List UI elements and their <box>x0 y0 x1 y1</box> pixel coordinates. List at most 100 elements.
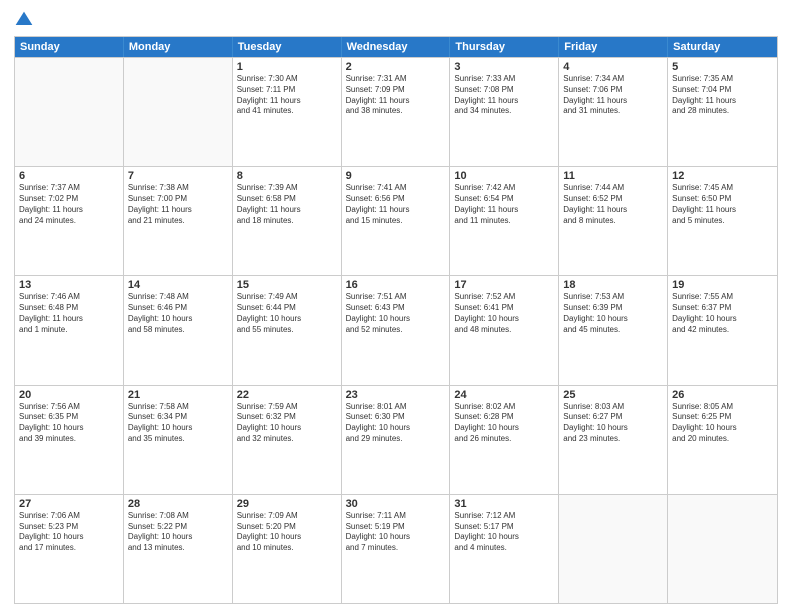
cal-cell-1-2 <box>124 58 233 166</box>
day-number: 8 <box>237 170 337 182</box>
day-info: Sunrise: 7:42 AMSunset: 6:54 PMDaylight:… <box>454 183 554 226</box>
day-number: 16 <box>346 279 446 291</box>
cal-cell-4-4: 23Sunrise: 8:01 AMSunset: 6:30 PMDayligh… <box>342 386 451 494</box>
cal-cell-3-3: 15Sunrise: 7:49 AMSunset: 6:44 PMDayligh… <box>233 276 342 384</box>
day-number: 1 <box>237 61 337 73</box>
cal-cell-5-5: 31Sunrise: 7:12 AMSunset: 5:17 PMDayligh… <box>450 495 559 603</box>
day-number: 2 <box>346 61 446 73</box>
day-info: Sunrise: 7:44 AMSunset: 6:52 PMDaylight:… <box>563 183 663 226</box>
day-number: 27 <box>19 498 119 510</box>
cal-cell-2-3: 8Sunrise: 7:39 AMSunset: 6:58 PMDaylight… <box>233 167 342 275</box>
cal-cell-3-4: 16Sunrise: 7:51 AMSunset: 6:43 PMDayligh… <box>342 276 451 384</box>
cal-cell-5-2: 28Sunrise: 7:08 AMSunset: 5:22 PMDayligh… <box>124 495 233 603</box>
day-number: 15 <box>237 279 337 291</box>
cal-cell-1-4: 2Sunrise: 7:31 AMSunset: 7:09 PMDaylight… <box>342 58 451 166</box>
calendar-header: SundayMondayTuesdayWednesdayThursdayFrid… <box>15 37 777 57</box>
cal-cell-4-1: 20Sunrise: 7:56 AMSunset: 6:35 PMDayligh… <box>15 386 124 494</box>
cal-cell-3-6: 18Sunrise: 7:53 AMSunset: 6:39 PMDayligh… <box>559 276 668 384</box>
day-info: Sunrise: 7:31 AMSunset: 7:09 PMDaylight:… <box>346 74 446 117</box>
day-info: Sunrise: 7:55 AMSunset: 6:37 PMDaylight:… <box>672 292 773 335</box>
day-info: Sunrise: 7:11 AMSunset: 5:19 PMDaylight:… <box>346 511 446 554</box>
day-info: Sunrise: 7:34 AMSunset: 7:06 PMDaylight:… <box>563 74 663 117</box>
cal-cell-2-1: 6Sunrise: 7:37 AMSunset: 7:02 PMDaylight… <box>15 167 124 275</box>
day-number: 19 <box>672 279 773 291</box>
day-info: Sunrise: 7:45 AMSunset: 6:50 PMDaylight:… <box>672 183 773 226</box>
week-row-3: 13Sunrise: 7:46 AMSunset: 6:48 PMDayligh… <box>15 275 777 384</box>
cal-cell-5-3: 29Sunrise: 7:09 AMSunset: 5:20 PMDayligh… <box>233 495 342 603</box>
week-row-4: 20Sunrise: 7:56 AMSunset: 6:35 PMDayligh… <box>15 385 777 494</box>
cal-cell-1-6: 4Sunrise: 7:34 AMSunset: 7:06 PMDaylight… <box>559 58 668 166</box>
day-info: Sunrise: 7:06 AMSunset: 5:23 PMDaylight:… <box>19 511 119 554</box>
cal-cell-4-7: 26Sunrise: 8:05 AMSunset: 6:25 PMDayligh… <box>668 386 777 494</box>
page: SundayMondayTuesdayWednesdayThursdayFrid… <box>0 0 792 612</box>
day-number: 4 <box>563 61 663 73</box>
day-number: 26 <box>672 389 773 401</box>
day-number: 10 <box>454 170 554 182</box>
day-info: Sunrise: 7:58 AMSunset: 6:34 PMDaylight:… <box>128 402 228 445</box>
weekday-header-saturday: Saturday <box>668 37 777 57</box>
cal-cell-3-5: 17Sunrise: 7:52 AMSunset: 6:41 PMDayligh… <box>450 276 559 384</box>
cal-cell-1-5: 3Sunrise: 7:33 AMSunset: 7:08 PMDaylight… <box>450 58 559 166</box>
cal-cell-3-1: 13Sunrise: 7:46 AMSunset: 6:48 PMDayligh… <box>15 276 124 384</box>
cal-cell-5-6 <box>559 495 668 603</box>
weekday-header-friday: Friday <box>559 37 668 57</box>
day-info: Sunrise: 7:38 AMSunset: 7:00 PMDaylight:… <box>128 183 228 226</box>
logo-icon <box>14 10 34 30</box>
day-info: Sunrise: 8:05 AMSunset: 6:25 PMDaylight:… <box>672 402 773 445</box>
cal-cell-4-6: 25Sunrise: 8:03 AMSunset: 6:27 PMDayligh… <box>559 386 668 494</box>
cal-cell-1-1 <box>15 58 124 166</box>
cal-cell-2-2: 7Sunrise: 7:38 AMSunset: 7:00 PMDaylight… <box>124 167 233 275</box>
weekday-header-sunday: Sunday <box>15 37 124 57</box>
cal-cell-4-3: 22Sunrise: 7:59 AMSunset: 6:32 PMDayligh… <box>233 386 342 494</box>
weekday-header-tuesday: Tuesday <box>233 37 342 57</box>
day-info: Sunrise: 7:56 AMSunset: 6:35 PMDaylight:… <box>19 402 119 445</box>
cal-cell-5-4: 30Sunrise: 7:11 AMSunset: 5:19 PMDayligh… <box>342 495 451 603</box>
week-row-1: 1Sunrise: 7:30 AMSunset: 7:11 PMDaylight… <box>15 57 777 166</box>
cal-cell-2-5: 10Sunrise: 7:42 AMSunset: 6:54 PMDayligh… <box>450 167 559 275</box>
day-number: 31 <box>454 498 554 510</box>
day-number: 28 <box>128 498 228 510</box>
day-info: Sunrise: 8:02 AMSunset: 6:28 PMDaylight:… <box>454 402 554 445</box>
day-info: Sunrise: 7:33 AMSunset: 7:08 PMDaylight:… <box>454 74 554 117</box>
day-number: 6 <box>19 170 119 182</box>
cal-cell-3-2: 14Sunrise: 7:48 AMSunset: 6:46 PMDayligh… <box>124 276 233 384</box>
cal-cell-5-7 <box>668 495 777 603</box>
cal-cell-2-7: 12Sunrise: 7:45 AMSunset: 6:50 PMDayligh… <box>668 167 777 275</box>
day-number: 9 <box>346 170 446 182</box>
day-info: Sunrise: 7:53 AMSunset: 6:39 PMDaylight:… <box>563 292 663 335</box>
day-info: Sunrise: 7:08 AMSunset: 5:22 PMDaylight:… <box>128 511 228 554</box>
calendar-body: 1Sunrise: 7:30 AMSunset: 7:11 PMDaylight… <box>15 57 777 603</box>
day-number: 11 <box>563 170 663 182</box>
day-info: Sunrise: 7:51 AMSunset: 6:43 PMDaylight:… <box>346 292 446 335</box>
day-info: Sunrise: 7:30 AMSunset: 7:11 PMDaylight:… <box>237 74 337 117</box>
day-number: 12 <box>672 170 773 182</box>
day-info: Sunrise: 7:46 AMSunset: 6:48 PMDaylight:… <box>19 292 119 335</box>
day-info: Sunrise: 7:12 AMSunset: 5:17 PMDaylight:… <box>454 511 554 554</box>
cal-cell-4-5: 24Sunrise: 8:02 AMSunset: 6:28 PMDayligh… <box>450 386 559 494</box>
week-row-5: 27Sunrise: 7:06 AMSunset: 5:23 PMDayligh… <box>15 494 777 603</box>
cal-cell-3-7: 19Sunrise: 7:55 AMSunset: 6:37 PMDayligh… <box>668 276 777 384</box>
day-number: 25 <box>563 389 663 401</box>
day-info: Sunrise: 7:35 AMSunset: 7:04 PMDaylight:… <box>672 74 773 117</box>
day-info: Sunrise: 8:03 AMSunset: 6:27 PMDaylight:… <box>563 402 663 445</box>
day-number: 29 <box>237 498 337 510</box>
weekday-header-monday: Monday <box>124 37 233 57</box>
calendar: SundayMondayTuesdayWednesdayThursdayFrid… <box>14 36 778 604</box>
header <box>14 10 778 30</box>
day-number: 23 <box>346 389 446 401</box>
day-info: Sunrise: 7:48 AMSunset: 6:46 PMDaylight:… <box>128 292 228 335</box>
day-number: 22 <box>237 389 337 401</box>
cal-cell-2-6: 11Sunrise: 7:44 AMSunset: 6:52 PMDayligh… <box>559 167 668 275</box>
day-number: 3 <box>454 61 554 73</box>
day-info: Sunrise: 7:37 AMSunset: 7:02 PMDaylight:… <box>19 183 119 226</box>
day-number: 20 <box>19 389 119 401</box>
week-row-2: 6Sunrise: 7:37 AMSunset: 7:02 PMDaylight… <box>15 166 777 275</box>
day-info: Sunrise: 7:59 AMSunset: 6:32 PMDaylight:… <box>237 402 337 445</box>
day-number: 7 <box>128 170 228 182</box>
day-number: 14 <box>128 279 228 291</box>
weekday-header-wednesday: Wednesday <box>342 37 451 57</box>
day-info: Sunrise: 7:39 AMSunset: 6:58 PMDaylight:… <box>237 183 337 226</box>
day-number: 5 <box>672 61 773 73</box>
cal-cell-1-7: 5Sunrise: 7:35 AMSunset: 7:04 PMDaylight… <box>668 58 777 166</box>
cal-cell-1-3: 1Sunrise: 7:30 AMSunset: 7:11 PMDaylight… <box>233 58 342 166</box>
